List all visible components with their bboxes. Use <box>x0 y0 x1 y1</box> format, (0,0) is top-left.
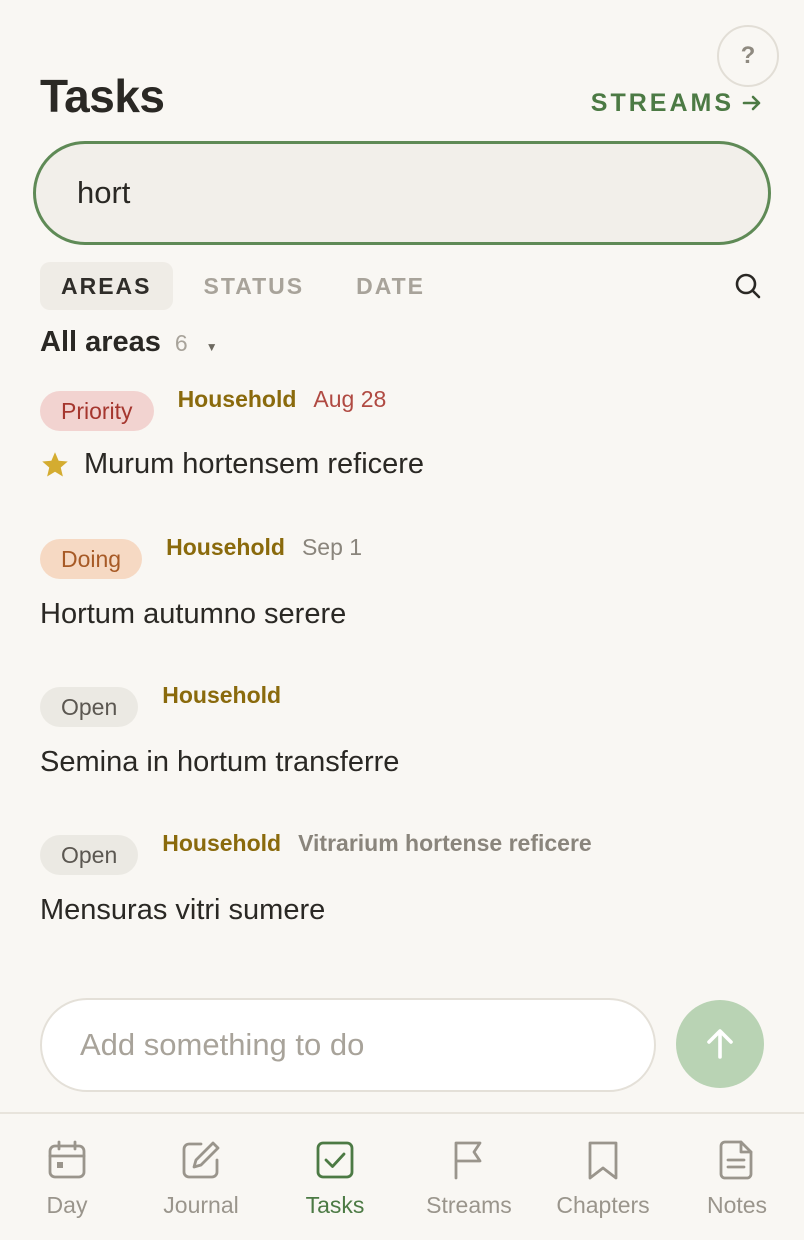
task-parent: Vitrarium hortense reficere <box>298 829 592 856</box>
task-item[interactable]: Priority Household Aug 28 Murum hortense… <box>40 386 764 481</box>
task-area: Household <box>177 385 297 412</box>
page-title: Tasks <box>40 70 165 122</box>
filter-tabs: AREAS STATUS DATE <box>40 262 446 310</box>
tab-day[interactable]: Day <box>0 1114 134 1240</box>
search-box[interactable] <box>33 141 771 245</box>
areas-count: 6 <box>174 330 188 356</box>
edit-icon <box>182 1141 220 1179</box>
status-badge: Open <box>40 835 139 875</box>
arrow-up-icon <box>707 1029 733 1059</box>
status-badge: Open <box>40 687 139 727</box>
search-input[interactable] <box>77 175 768 211</box>
tab-tasks[interactable]: Tasks <box>268 1114 402 1240</box>
task-title: Mensuras vitri sumere <box>40 894 326 926</box>
tab-label: Streams <box>426 1192 512 1218</box>
caret-down-icon: ▼ <box>205 340 218 354</box>
flag-icon <box>454 1141 482 1180</box>
document-icon <box>719 1140 753 1180</box>
filter-tab-status[interactable]: STATUS <box>183 262 326 310</box>
filter-tab-areas[interactable]: AREAS <box>40 262 173 310</box>
streams-link-label: STREAMS <box>590 89 734 117</box>
streams-link[interactable]: STREAMS <box>591 88 762 118</box>
task-date: Aug 28 <box>313 385 387 412</box>
tab-chapters[interactable]: Chapters <box>536 1114 670 1240</box>
arrow-right-icon <box>742 95 761 111</box>
tab-label: Journal <box>163 1192 239 1218</box>
tab-streams[interactable]: Streams <box>402 1114 536 1240</box>
task-area: Household <box>162 829 282 856</box>
calendar-icon <box>48 1140 86 1179</box>
checkbox-icon <box>316 1141 354 1179</box>
help-button[interactable]: ? <box>717 25 779 87</box>
tab-notes[interactable]: Notes <box>670 1114 804 1240</box>
tab-label: Tasks <box>305 1192 365 1218</box>
areas-dropdown[interactable]: All areas 6 ▼ <box>40 326 218 359</box>
task-item[interactable]: Doing Household Sep 1 Hortum autumno ser… <box>40 534 764 631</box>
task-item[interactable]: Open Household Semina in hortum transfer… <box>40 682 764 779</box>
add-task-composer[interactable] <box>40 998 656 1092</box>
send-button[interactable] <box>676 1000 764 1088</box>
tab-journal[interactable]: Journal <box>134 1114 268 1240</box>
tab-label: Day <box>46 1192 88 1218</box>
bottom-tab-bar: Day Journal Tasks Streams Chapters Notes <box>0 1112 804 1240</box>
areas-label: All areas <box>40 326 161 358</box>
task-title: Hortum autumno serere <box>40 598 347 630</box>
tab-label: Notes <box>706 1192 768 1218</box>
search-icon <box>735 273 761 299</box>
task-title: Murum hortensem reficere <box>84 448 425 480</box>
task-area: Household <box>162 681 282 708</box>
task-title: Semina in hortum transferre <box>40 746 400 778</box>
status-badge: Doing <box>40 539 143 579</box>
filter-tab-date[interactable]: DATE <box>335 262 446 310</box>
add-task-input[interactable] <box>80 1027 654 1063</box>
star-icon[interactable] <box>40 450 70 480</box>
search-button[interactable] <box>730 268 766 304</box>
task-date: Sep 1 <box>301 533 363 560</box>
tab-label: Chapters <box>556 1192 650 1218</box>
task-area: Household <box>166 533 285 560</box>
bookmark-icon <box>588 1141 618 1180</box>
status-badge: Priority <box>40 391 154 431</box>
task-item[interactable]: Open Household Vitrarium hortense refice… <box>40 830 764 927</box>
